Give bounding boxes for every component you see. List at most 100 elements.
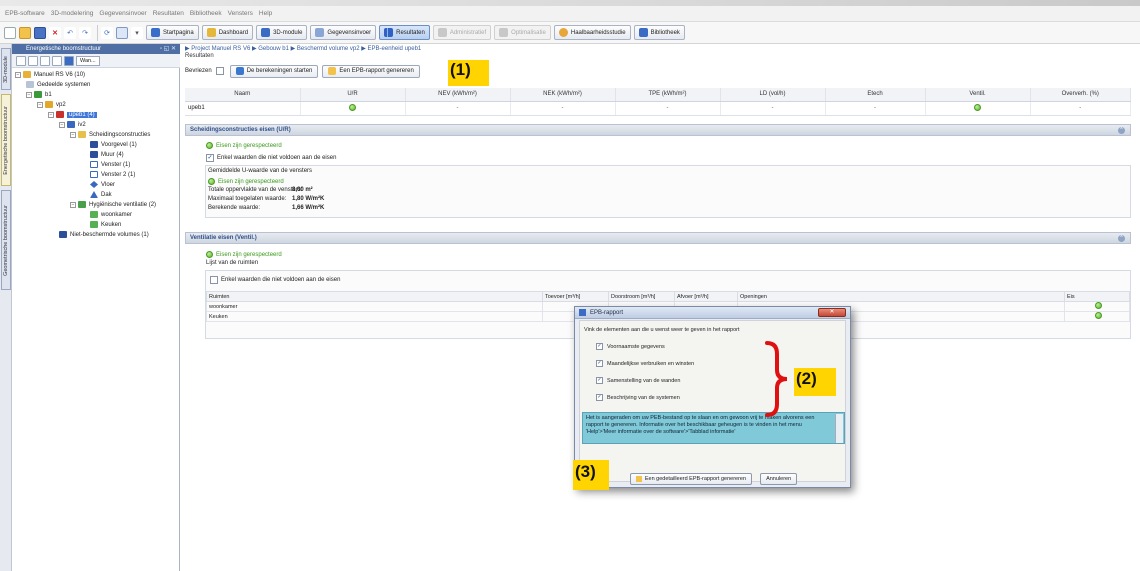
- tree-node-niet-beschermde[interactable]: Niet-beschermde volumes (1): [59, 230, 149, 239]
- report-option-1[interactable]: ✓ Voornaamste gegevens: [596, 343, 665, 350]
- gegevensinvoer-button[interactable]: Gegevensinvoer: [310, 25, 377, 40]
- tree-node-gedeelde[interactable]: Gedeelde systemen: [26, 80, 90, 89]
- menu-3d-modelering[interactable]: 3D-modelering: [51, 10, 94, 17]
- collapse-icon[interactable]: −: [26, 91, 32, 98]
- roof-icon: [90, 191, 98, 198]
- tree-node-venster2[interactable]: Venster 2 (1): [90, 170, 135, 179]
- chart-icon[interactable]: [116, 26, 128, 39]
- generate-report-button[interactable]: Een EPB-rapport genereren: [322, 64, 420, 78]
- close-x-icon[interactable]: ✕: [49, 26, 61, 39]
- tab-3d-module[interactable]: 3D-module: [1, 48, 11, 90]
- bevriezen-checkbox[interactable]: [215, 67, 224, 75]
- startpagina-button[interactable]: Startpagina: [146, 25, 199, 40]
- tree-node-root[interactable]: − Manuel RS V6 (10): [15, 70, 85, 79]
- tree-node-upeb1[interactable]: − upeb1 (4): [48, 110, 97, 119]
- generate-report-label: Een EPB-rapport genereren: [339, 68, 414, 74]
- report-option-checkbox[interactable]: ✓: [596, 394, 603, 401]
- info-scrollbar[interactable]: [835, 414, 843, 443]
- collapse-icon[interactable]: −: [59, 121, 65, 128]
- tree-node-dak[interactable]: Dak: [90, 190, 112, 199]
- tree-node-venster[interactable]: Venster (1): [90, 160, 130, 169]
- tree-node-keuken[interactable]: Keuken: [90, 220, 121, 229]
- menu-resultaten[interactable]: Resultaten: [153, 10, 184, 17]
- tree-tool-1-icon[interactable]: [16, 55, 26, 66]
- collapse-section-icon[interactable]: ⌃: [1118, 235, 1125, 242]
- dashboard-icon: [206, 28, 216, 37]
- refresh-icon[interactable]: ⟳: [101, 26, 113, 39]
- tree-node-woonkamer[interactable]: woonkamer: [90, 210, 132, 219]
- haalbaarheidsstudie-button[interactable]: Haalbaarheidsstudie: [553, 25, 631, 40]
- report-option-checkbox[interactable]: ✓: [596, 377, 603, 384]
- collapse-icon[interactable]: −: [15, 71, 21, 78]
- collapse-section-icon[interactable]: ⌃: [1118, 127, 1125, 134]
- optimalisatie-button[interactable]: Optimalisatie: [494, 25, 551, 40]
- ur-filter-checkbox[interactable]: ✓: [206, 154, 214, 162]
- table-row[interactable]: upeb1 - - - - - -: [185, 101, 1131, 116]
- cancel-button[interactable]: Annuleren: [760, 473, 798, 485]
- collapse-icon[interactable]: −: [70, 201, 76, 208]
- undo-icon[interactable]: ↶: [64, 26, 76, 39]
- report-option-3[interactable]: ✓ Samenstelling van de wanden: [596, 377, 680, 384]
- report-option-2[interactable]: ✓ Maandelijkse verbruiken en winsten: [596, 360, 694, 367]
- tree-tool-5-icon[interactable]: [64, 55, 74, 66]
- tree-tool-3-icon[interactable]: [40, 55, 50, 66]
- tree-wan-button[interactable]: Wan...: [76, 55, 100, 66]
- resultaten-button[interactable]: Resultaten: [379, 25, 430, 40]
- generate-detailed-report-button[interactable]: Een gedetailleerd EPB-rapport genereren: [629, 473, 753, 485]
- side-tab-strip: 3D-module Energetische boomstructuur Geo…: [0, 44, 12, 571]
- start-calculations-button[interactable]: De berekeningen starten: [229, 64, 319, 78]
- menu-epb-software[interactable]: EPB-software: [5, 10, 45, 17]
- avg-row-label: Maximaal toegelaten waarde:: [208, 196, 287, 202]
- generate-detailed-report-label: Een gedetailleerd EPB-rapport genereren: [644, 476, 747, 482]
- menu-gegevensinvoer[interactable]: Gegevensinvoer: [99, 10, 146, 17]
- breadcrumb[interactable]: ▶ Project Manuel RS V6 ▶ Gebouw b1 ▶ Bes…: [185, 45, 421, 52]
- menu-bibliotheek[interactable]: Bibliotheek: [190, 10, 222, 17]
- tree-node-iv2[interactable]: − iv2: [59, 120, 86, 129]
- collapse-icon[interactable]: −: [37, 101, 43, 108]
- open-folder-icon[interactable]: [19, 26, 31, 39]
- tree-node-scheiding[interactable]: − Scheidingsconstructies: [70, 130, 150, 139]
- col-ur: U/R: [300, 88, 406, 102]
- vent-filter-checkbox[interactable]: [210, 276, 218, 284]
- panel-window-controls[interactable]: ▫ ◱ ✕: [160, 45, 176, 52]
- tree-node-label: Gedeelde systemen: [37, 81, 91, 88]
- administratief-button[interactable]: Administratief: [432, 25, 492, 40]
- tab-geometrische-boomstructuur[interactable]: Geometrische boomstructuur: [1, 190, 11, 290]
- cell-oververh: -: [1030, 101, 1131, 116]
- section-ur-header[interactable]: Scheidingsconstructies eisen (U/R) ⌃: [185, 124, 1131, 136]
- dropdown-icon[interactable]: ▾: [131, 26, 143, 39]
- tree-wan-label: Wan...: [80, 57, 96, 64]
- save-icon[interactable]: [34, 26, 46, 39]
- section-vent-header[interactable]: Ventilatie eisen (Ventil.) ⌃: [185, 232, 1131, 244]
- tree-node-voorgevel[interactable]: Voorgevel (1): [90, 140, 137, 149]
- collapse-icon[interactable]: −: [48, 111, 54, 118]
- new-file-icon[interactable]: [4, 26, 16, 39]
- collapse-icon[interactable]: −: [70, 131, 76, 138]
- tab-energetische-boomstructuur[interactable]: Energetische boomstructuur: [1, 94, 11, 186]
- menu-help[interactable]: Help: [259, 10, 272, 17]
- refresh-icon: [235, 67, 244, 75]
- 3d-module-button[interactable]: 3D-module: [256, 25, 308, 40]
- bibliotheek-button[interactable]: Bibliotheek: [633, 25, 685, 40]
- cell-naam: upeb1: [185, 101, 301, 116]
- tree-node-label: Manuel RS V6 (10): [34, 71, 86, 78]
- dialog-titlebar[interactable]: EPB-rapport ✕: [575, 307, 850, 319]
- tree-tool-2-icon[interactable]: [28, 55, 38, 66]
- close-icon[interactable]: ✕: [818, 308, 846, 317]
- start-calculations-label: De berekeningen starten: [246, 68, 313, 74]
- tree-node-muur[interactable]: Muur (4): [90, 150, 124, 159]
- tree-node-b1[interactable]: − b1: [26, 90, 52, 99]
- report-option-checkbox[interactable]: ✓: [596, 343, 603, 350]
- col-tpe: TPE (kWh/m²): [615, 88, 721, 102]
- avg-title: Gemiddelde U-waarde van de vensters: [208, 168, 313, 174]
- report-option-4[interactable]: ✓ Beschrijving van de systemen: [596, 394, 680, 401]
- volume-icon: [67, 121, 75, 128]
- tree-node-vloer[interactable]: Vloer: [90, 180, 115, 189]
- menu-vensters[interactable]: Vensters: [228, 10, 253, 17]
- report-option-checkbox[interactable]: ✓: [596, 360, 603, 367]
- dashboard-button[interactable]: Dashboard: [201, 25, 254, 40]
- tree-node-hygienische[interactable]: − Hygiënische ventilatie (2): [70, 200, 156, 209]
- redo-icon[interactable]: ↷: [79, 26, 91, 39]
- tree-node-vp2[interactable]: − vp2: [37, 100, 66, 109]
- tree-tool-4-icon[interactable]: [52, 55, 62, 66]
